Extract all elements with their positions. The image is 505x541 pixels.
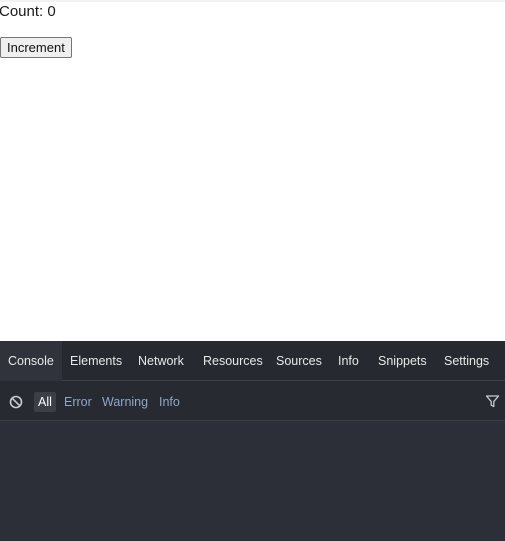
top-divider bbox=[0, 0, 505, 2]
tab-network[interactable]: Network bbox=[138, 341, 184, 381]
filter-all[interactable]: All bbox=[34, 392, 56, 412]
devtools-tab-bar: Console Elements Network Resources Sourc… bbox=[0, 341, 505, 381]
console-filter-bar: All Error Warning Info bbox=[0, 381, 505, 421]
tab-settings[interactable]: Settings bbox=[444, 341, 489, 381]
clear-console-icon[interactable] bbox=[9, 395, 23, 409]
devtools-panel: Console Elements Network Resources Sourc… bbox=[0, 341, 505, 541]
tab-snippets[interactable]: Snippets bbox=[378, 341, 427, 381]
console-output bbox=[0, 422, 505, 541]
tab-elements[interactable]: Elements bbox=[70, 341, 122, 381]
app-content: Count: 0 Increment bbox=[0, 0, 505, 341]
filter-error[interactable]: Error bbox=[64, 392, 92, 412]
count-display: Count: 0 bbox=[0, 3, 56, 20]
increment-button[interactable]: Increment bbox=[0, 37, 72, 58]
tab-sources[interactable]: Sources bbox=[276, 341, 322, 381]
filter-warning[interactable]: Warning bbox=[102, 392, 148, 412]
tab-resources[interactable]: Resources bbox=[203, 341, 263, 381]
tab-info[interactable]: Info bbox=[338, 341, 359, 381]
filter-info[interactable]: Info bbox=[159, 392, 180, 412]
tab-console[interactable]: Console bbox=[0, 341, 62, 381]
page: Count: 0 Increment Console Elements Netw… bbox=[0, 0, 505, 541]
funnel-icon[interactable] bbox=[485, 394, 500, 409]
